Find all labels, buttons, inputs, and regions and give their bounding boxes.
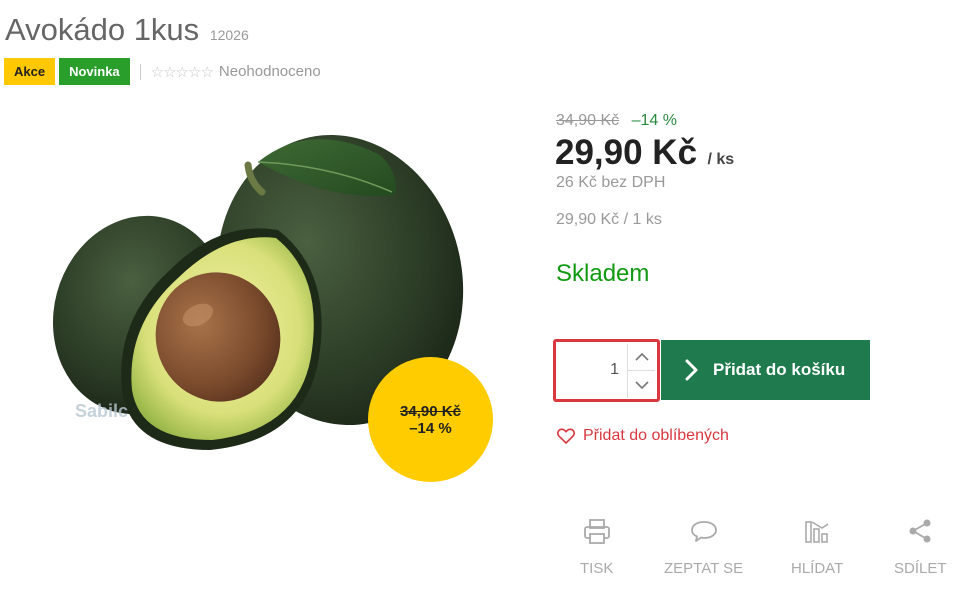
stock-status: Skladem: [556, 260, 650, 287]
share-icon: [909, 519, 931, 543]
old-price-row: 34,90 Kč –14 %: [556, 112, 677, 130]
add-to-cart-label: Přidat do košíku: [713, 360, 846, 379]
sale-badge-percent: –14 %: [409, 419, 452, 437]
product-actions: TISK ZEPTAT SE HLÍDAT SDÍLET: [560, 516, 960, 586]
badge-akce[interactable]: Akce: [4, 58, 56, 85]
sale-badge-old-price: 34,90 Kč: [400, 402, 461, 420]
printer-icon: [583, 519, 610, 544]
quantity-decrease-button[interactable]: [627, 371, 655, 398]
quantity-increase-button[interactable]: [627, 344, 655, 371]
unit-price: 29,90 Kč / 1 ks: [556, 211, 662, 228]
watch-action[interactable]: HLÍDAT: [791, 516, 843, 577]
add-to-favorites-label: Přidat do oblíbených: [583, 427, 729, 444]
discount-percent: –14 %: [631, 112, 677, 129]
share-action[interactable]: SDÍLET: [894, 516, 947, 577]
ask-action[interactable]: ZEPTAT SE: [664, 516, 743, 577]
divider: [139, 63, 141, 80]
print-label: TISK: [580, 560, 614, 577]
price-unit: / ks: [707, 151, 735, 168]
print-action[interactable]: TISK: [580, 516, 613, 577]
heart-icon: [557, 428, 575, 444]
chevron-up-icon: [634, 352, 649, 361]
current-price: 29,90 Kč: [555, 133, 698, 172]
price-row: 29,90 Kč / ks: [555, 133, 734, 173]
product-code: 12026: [209, 27, 249, 43]
add-to-favorites-link[interactable]: Přidat do oblíbených: [557, 427, 729, 445]
ask-label: ZEPTAT SE: [664, 560, 744, 577]
badge-novinka[interactable]: Novinka: [59, 58, 130, 85]
chevron-down-icon: [634, 380, 649, 389]
price-without-vat: 26 Kč bez DPH: [556, 174, 666, 191]
image-watermark: Sabilc: [75, 401, 128, 421]
quantity-input[interactable]: [569, 361, 619, 379]
product-title: Avokádo 1kus 12026: [5, 12, 249, 48]
add-to-cart-button[interactable]: Přidat do košíku: [661, 340, 870, 400]
watch-chart-icon: [805, 521, 829, 543]
chevron-right-icon: [685, 359, 699, 381]
product-name: Avokádo 1kus: [5, 12, 200, 47]
watch-label: HLÍDAT: [791, 560, 844, 577]
share-label: SDÍLET: [894, 560, 947, 577]
sale-badge-circle: 34,90 Kč –14 %: [368, 357, 493, 482]
speech-bubble-icon: [690, 521, 717, 542]
badges-row: Akce Novinka ☆☆☆☆☆ Neohodnoceno: [4, 58, 321, 85]
quantity-stepper: [553, 339, 660, 402]
rating-stars[interactable]: ☆☆☆☆☆: [151, 63, 214, 81]
old-price: 34,90 Kč: [556, 112, 620, 129]
rating-text: Neohodnoceno: [218, 63, 321, 80]
